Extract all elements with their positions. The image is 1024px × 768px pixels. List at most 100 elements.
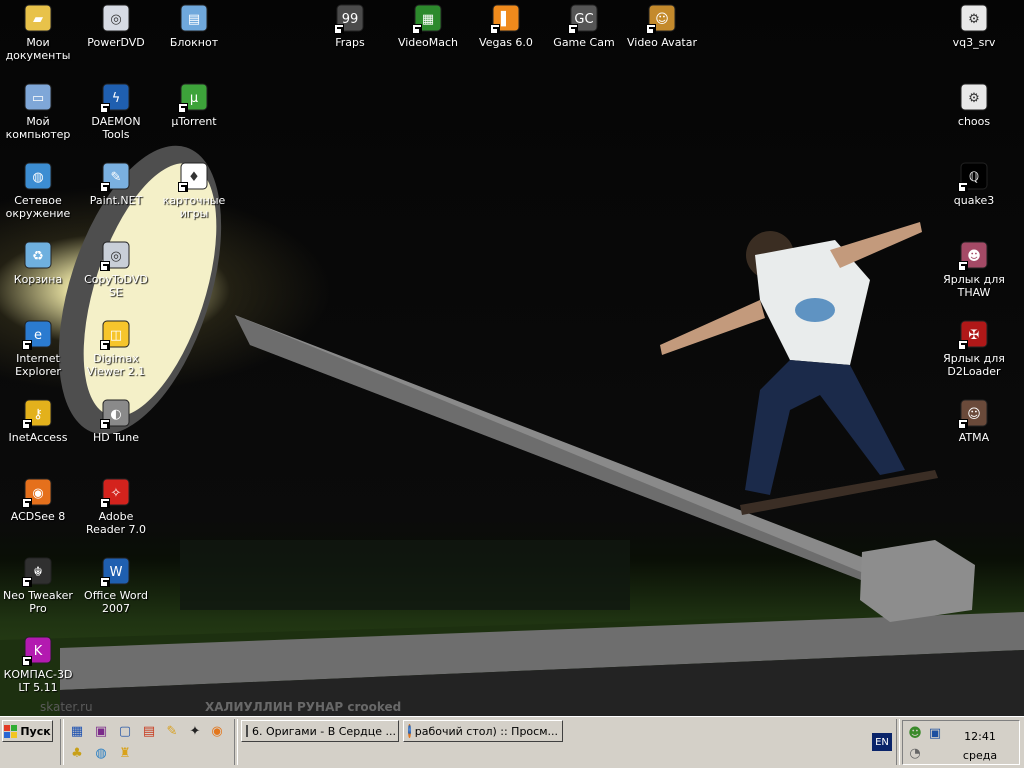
desktop-icon-recycle-bin[interactable]: ♻ Корзина [0,239,76,286]
vegas-icon: ▌ [490,2,522,34]
inetaccess-icon: ⚷ [22,397,54,429]
office-word-icon: W [100,555,132,587]
desktop-icon-label: Vegas 6.0 [479,36,533,49]
desktop-icon-card-games[interactable]: ♦ карточные игры [156,160,232,220]
desktop-icon-acdsee[interactable]: ◉ ACDSee 8 [0,476,76,523]
daemon-tools-icon: ϟ [100,81,132,113]
quicklaunch-network-icon[interactable]: ♣ [68,744,86,762]
internet-explorer-icon: e [22,318,54,350]
svg-text:✎: ✎ [111,170,122,185]
desktop-icon-neo-tweaker[interactable]: ☬ Neo Tweaker Pro [0,555,76,615]
quicklaunch-game-icon[interactable]: ✦ [186,722,204,740]
language-indicator[interactable]: EN [872,733,892,751]
shortcut-arrow-icon [958,182,968,192]
clock[interactable]: 12:41 среда [948,727,1012,765]
wallpaper-caption: ХАЛИУЛЛИН РУНАР crooked [205,700,402,714]
window-icon [246,725,248,737]
firefox-icon [408,724,411,738]
desktop-icon-vegas[interactable]: ▌ Vegas 6.0 [468,2,544,49]
desktop-icon-my-computer[interactable]: ▭ Мой компьютер [0,81,76,141]
desktop-icon-label: Мои документы [5,36,71,62]
paint-net-icon: ✎ [100,160,132,192]
desktop-icon-label: Ярлык для THAW [943,273,1005,299]
fraps-icon: 99 [334,2,366,34]
choos-icon: ⚙ [958,81,990,113]
shortcut-arrow-icon [100,261,110,271]
svg-text:✠: ✠ [969,328,980,343]
desktop-icon-kompas-3d[interactable]: K КОМПАС-3D LT 5.11 [0,634,76,694]
svg-text:⚙: ⚙ [968,12,980,27]
desktop-icon-label: Корзина [13,273,63,286]
desktop-icon-internet-explorer[interactable]: e Internet Explorer [0,318,76,378]
svg-text:◍: ◍ [32,170,43,185]
tray-volume-icon[interactable]: ◔ [906,744,924,762]
desktop-icon-notepad[interactable]: ▤ Блокнот [156,2,232,49]
shortcut-arrow-icon [568,24,578,34]
desktop-icon-digimax-viewer[interactable]: ◫ Digimax Viewer 2.1 [78,318,154,378]
desktop-icon-fraps[interactable]: 99 Fraps [312,2,388,49]
quicklaunch-globe-icon[interactable]: ◍ [92,744,110,762]
desktop-icon-thaw[interactable]: ☻ Ярлык для THAW [936,239,1012,299]
video-avatar-icon: ☺ [646,2,678,34]
shortcut-arrow-icon [100,182,110,192]
svg-text:K: K [34,644,43,659]
desktop-icon-paint-net[interactable]: ✎ Paint.NET [78,160,154,207]
digimax-viewer-icon: ◫ [100,318,132,350]
vq3-srv-icon: ⚙ [958,2,990,34]
shortcut-arrow-icon [412,24,422,34]
desktop-icon-office-word[interactable]: W Office Word 2007 [78,555,154,615]
shortcut-arrow-icon [958,340,968,350]
desktop-icon-inetaccess[interactable]: ⚷ InetAccess [0,397,76,444]
svg-text:◐: ◐ [110,407,121,422]
desktop-icon-videomach[interactable]: ▦ VideoMach [390,2,466,49]
desktop-icon-label: Adobe Reader 7.0 [86,510,146,536]
desktop-icon-label: CopyToDVD SE [84,273,148,299]
desktop-icon-video-avatar[interactable]: ☺ Video Avatar [624,2,700,49]
card-games-icon: ♦ [178,160,210,192]
quicklaunch-window-icon[interactable]: ▢ [116,722,134,740]
desktop-icon-vq3-srv[interactable]: ⚙ vq3_srv [936,2,1012,49]
svg-text:◎: ◎ [110,12,121,27]
desktop-icon-label: Paint.NET [89,194,143,207]
svg-text:ℚ: ℚ [969,170,979,185]
quicklaunch-media-player-icon[interactable]: ▣ [92,722,110,740]
svg-text:◉: ◉ [32,486,43,501]
task-label: рабочий стол) :: Просм... [414,724,558,738]
desktop-icon-game-cam[interactable]: GC Game Cam [546,2,622,49]
start-button[interactable]: Пуск [2,720,53,742]
desktop-icon-utorrent[interactable]: µ µTorrent [156,81,232,128]
desktop-icon-adobe-reader[interactable]: ✧ Adobe Reader 7.0 [78,476,154,536]
task-button-origami[interactable]: 6. Оригами - В Сердце ... [241,720,399,742]
desktop-icon-label: Ярлык для D2Loader [943,352,1005,378]
svg-text:µ: µ [190,91,198,106]
quicklaunch-firefox-icon[interactable]: ◉ [208,722,226,740]
desktop-icon-label: choos [957,115,991,128]
desktop-icon-d2loader[interactable]: ✠ Ярлык для D2Loader [936,318,1012,378]
quicklaunch-office-icon[interactable]: ▤ [140,722,158,740]
desktop-icon-network-places[interactable]: ◍ Сетевое окружение [0,160,76,220]
desktop-icon-quake3[interactable]: ℚquake3 [936,160,1012,207]
quicklaunch-show-desktop-icon[interactable]: ▦ [68,722,86,740]
desktop-icon-powerdvd[interactable]: ◎ PowerDVD [78,2,154,49]
task-button-browser[interactable]: рабочий стол) :: Просм... [403,720,563,742]
desktop-icon-choos[interactable]: ⚙ choos [936,81,1012,128]
shortcut-arrow-icon [646,24,656,34]
shortcut-arrow-icon [100,577,110,587]
tray-messenger-icon[interactable]: ☻ [906,724,924,742]
tray-network-icon[interactable]: ▣ [926,724,944,742]
desktop-icon-my-documents[interactable]: ▰ Мои документы [0,2,76,62]
desktop-icon-label: µTorrent [171,115,217,128]
desktop-icon-atma[interactable]: ☺ ATMA [936,397,1012,444]
desktop-icon-label: HD Tune [93,431,139,444]
shortcut-arrow-icon [334,24,344,34]
desktop-icon-copytodvd[interactable]: ◎ CopyToDVD SE [78,239,154,299]
desktop-icon-hd-tune[interactable]: ◐ HD Tune [78,397,154,444]
quicklaunch-bottle-icon[interactable]: ♜ [116,744,134,762]
clock-time: 12:41 [964,730,996,743]
quicklaunch-tool-icon[interactable]: ✎ [163,722,181,740]
desktop-icon-daemon-tools[interactable]: ϟ DAEMON Tools [78,81,154,141]
wallpaper-site: skater.ru [40,700,93,714]
taskbar-separator [234,719,238,765]
shortcut-arrow-icon [22,340,32,350]
desktop-icon-label: InetAccess [8,431,68,444]
